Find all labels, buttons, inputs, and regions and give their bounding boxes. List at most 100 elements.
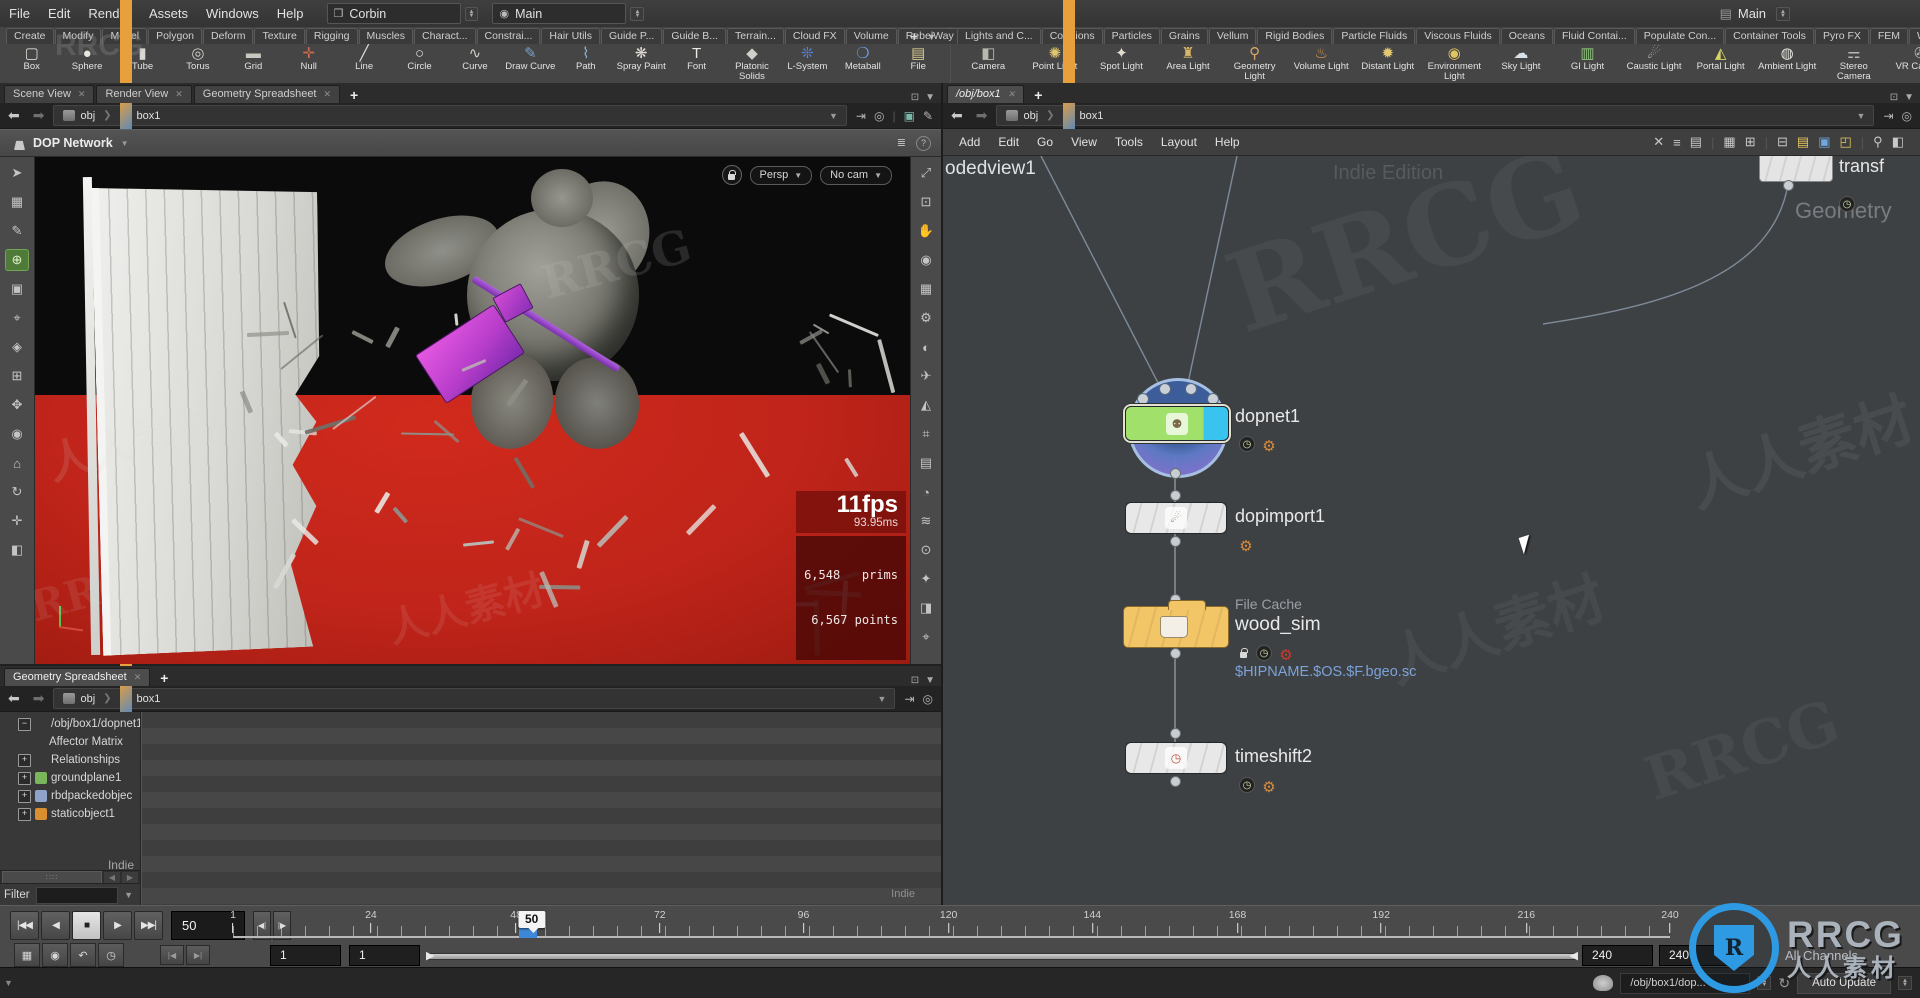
shelf-tool[interactable]: ▤ File [891,45,946,83]
follow-icon[interactable]: ◎ [923,692,933,706]
viewport-tool-icon[interactable]: ➤ [6,163,28,183]
back-arrow-icon[interactable]: ⬅ [4,690,24,707]
tree-view-icon[interactable]: ≡ [1673,135,1681,150]
audio-options-button[interactable]: ◉ [42,943,68,967]
shelf-tool[interactable]: ⌇ Path [558,45,613,83]
display-options-icon[interactable]: ≣ [897,136,906,151]
shelf-tab[interactable]: Wires [1909,28,1920,44]
auto-update-selector[interactable]: Auto Update [1797,972,1892,994]
path-field[interactable]: obj ❯ box1 ▼ [53,0,847,237]
shelf-tool[interactable]: ❋ Spray Paint [613,45,668,83]
shelf-tool[interactable]: ♜ Area Light [1155,45,1222,83]
main-menu-selector[interactable]: ◉ Main [492,3,627,24]
viewport-tool-icon[interactable]: ✛ [6,511,28,531]
grid-small-icon[interactable]: ⊞ [1745,134,1756,150]
tree-item[interactable]: − /obj/box1/dopnet1 [0,715,140,733]
shelf-tool[interactable]: ☄ Caustic Light [1621,45,1688,83]
viewport-tool-icon[interactable]: ◨ [915,598,937,618]
go-end-button[interactable]: ▶▶| [134,911,163,940]
shelf-tab[interactable]: Guide P... [601,28,663,44]
path-dropdown-icon[interactable]: ▼ [829,111,843,121]
tree-expander[interactable]: − [18,717,31,731]
network-menu-item[interactable]: Tools [1107,135,1151,149]
shelf-tool[interactable]: ◎ Torus [170,45,225,83]
node-input-dot[interactable] [1170,490,1181,501]
pane-menu-icon[interactable]: ▼ [925,675,935,686]
radialmenu-spinner[interactable]: ▲ ▼ [1776,6,1790,21]
help-icon[interactable]: ? [916,135,931,151]
forward-arrow-icon[interactable]: ➡ [972,107,992,124]
viewport-tool-icon[interactable]: ⌖ [915,627,937,647]
viewport-tool-icon[interactable]: ⚙ [915,308,937,328]
viewport-tool-icon[interactable]: ◐ [915,337,937,357]
range-start-field[interactable]: 1 [270,944,341,966]
range-end-field[interactable]: 240 [1659,944,1730,966]
viewport-tool-icon[interactable]: ⊞ [6,366,28,386]
path-field[interactable]: obj ❯ box1 ▼ [53,577,896,820]
shelf-tool[interactable]: ● Sphere [59,45,114,83]
pane-tab[interactable]: Geometry Spreadsheet ✕ [4,668,151,686]
pin-icon[interactable]: ⇥ [904,692,914,706]
shelf-tool[interactable]: ○ Circle [392,45,447,83]
global-time-options-button[interactable]: ◷ [98,943,124,967]
main-menu-spinner[interactable]: ▲ ▼ [630,6,645,21]
close-icon[interactable]: ✕ [134,672,142,683]
path-dropdown-icon[interactable]: ▼ [878,694,892,704]
node-output-dot[interactable] [1170,648,1181,659]
viewport-tool-icon[interactable]: ▦ [915,279,937,299]
shelf-tab[interactable]: Texture [254,28,305,44]
shelf-tab[interactable]: Fluid Contai... [1553,28,1635,44]
shelf-tool[interactable]: ⚎ Stereo Camera [1821,45,1888,83]
viewport-tool-icon[interactable]: ◉ [6,424,28,444]
viewport-tool-icon[interactable]: ◉ [915,250,937,270]
shelf-tool[interactable]: T Font [669,45,724,83]
shelf-tab[interactable]: Particle Fluids [1333,28,1416,44]
shelf-tab[interactable]: Vellum [1208,28,1257,44]
shelf-tab[interactable]: Container Tools [1725,28,1814,44]
pane-layout-icon[interactable]: ⊡ [1890,92,1898,103]
forward-arrow-icon[interactable]: ➡ [29,107,49,124]
viewport-tool-icon[interactable]: ⊙ [915,540,937,560]
tree-expander[interactable]: + [18,789,31,803]
shelf-tab[interactable]: Guide B... [663,28,727,44]
forward-arrow-icon[interactable]: ➡ [29,690,49,707]
shelf-tab[interactable]: Oceans [1500,28,1553,44]
search-icon[interactable]: ⚲ [1873,134,1883,150]
close-icon[interactable]: ✕ [78,89,86,100]
play-button[interactable]: ▶ [103,911,132,940]
tree-item[interactable]: + rbdpackedobjec [0,787,140,805]
asset-bag-icon[interactable]: ◰ [1839,134,1851,150]
node-output-dot[interactable] [1170,468,1181,479]
shelf-tab[interactable]: Viscous Fluids [1416,28,1500,44]
shelf-tab[interactable]: Volume [845,28,897,44]
shelf-tab[interactable]: Rigid Bodies [1257,28,1333,44]
shelf-tab[interactable]: Particles [1103,28,1160,44]
pane-tab[interactable]: Render View ✕ [96,85,192,103]
background-image-icon[interactable]: ▣ [1818,134,1830,150]
snapshot-icon[interactable]: ◧ [1892,134,1904,150]
context-spinner[interactable]: ▲ ▼ [1757,976,1772,990]
shelf-tab[interactable]: FEM [1869,28,1909,44]
pane-tab[interactable]: Scene View ✕ [4,85,95,103]
node-shape-icon[interactable]: ⊟ [1777,134,1788,150]
shelf-tab[interactable]: Charact... [414,28,476,44]
shelf-tool[interactable]: ╱ Line [336,45,391,83]
network-menu-item[interactable]: Add [951,135,988,149]
add-pane-tab-button[interactable]: + [342,87,366,103]
viewport-tool-icon[interactable]: ▦ [6,192,28,212]
viewport-tool-icon[interactable]: ⊡ [915,192,937,212]
viewport-tool-icon[interactable]: ✈ [915,366,937,386]
shelf-tool[interactable]: ♨ Volume Light [1288,45,1355,83]
node-input-dot[interactable] [1170,728,1181,739]
follow-icon[interactable]: ◎ [1902,109,1912,123]
shelf-tool[interactable]: ✛ Null [281,45,336,83]
shelf-tool[interactable]: ▢ Box [4,45,59,83]
node-dopimport1[interactable]: ☄ [1125,502,1227,534]
grid-large-icon[interactable]: ▦ [1723,134,1735,150]
viewport-tool-icon[interactable]: ⌖ [6,308,28,328]
shelf-tab[interactable]: Populate Con... [1635,28,1725,44]
shelf-tool[interactable]: ⚲ Geometry Light [1221,45,1288,83]
lock-badge-icon[interactable] [1237,647,1249,658]
shelf-tool[interactable]: ✇ VR Camera [1887,45,1920,83]
pane-menu-icon[interactable]: ▼ [925,92,935,103]
